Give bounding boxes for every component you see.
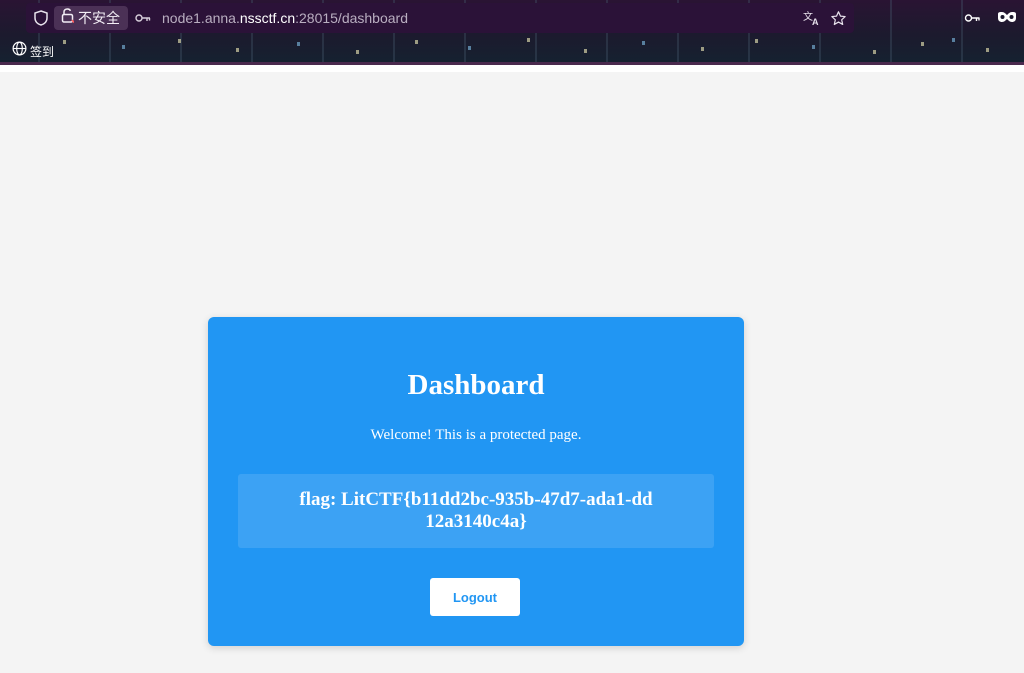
url-text[interactable]: node1.anna.nssctf.cn:28015/dashboard bbox=[162, 10, 408, 26]
bookmark-label: 签到 bbox=[30, 44, 55, 59]
broken-lock-icon bbox=[61, 8, 75, 28]
url-suffix: :28015/dashboard bbox=[295, 10, 408, 26]
translate-icon[interactable]: 文A bbox=[802, 9, 822, 27]
key-icon[interactable] bbox=[964, 10, 984, 26]
page-top-edge bbox=[0, 65, 1024, 72]
address-bar[interactable]: 不安全 node1.anna.nssctf.cn:28015/dashboard… bbox=[26, 3, 854, 33]
bookmark-star-icon[interactable] bbox=[828, 9, 848, 27]
url-domain: nssctf.cn bbox=[239, 10, 296, 26]
logout-button[interactable]: Logout bbox=[430, 578, 520, 616]
security-indicator[interactable]: 不安全 bbox=[54, 6, 128, 30]
flag-box: flag: LitCTF{b11dd2bc-935b-47d7-ada1-dd1… bbox=[238, 474, 714, 548]
page-title: Dashboard bbox=[407, 369, 545, 401]
bookmark-item[interactable]: 签到 bbox=[12, 41, 54, 61]
browser-toolbar: 不安全 node1.anna.nssctf.cn:28015/dashboard… bbox=[0, 0, 1024, 64]
shield-icon[interactable] bbox=[32, 9, 50, 27]
security-label: 不安全 bbox=[78, 11, 120, 27]
url-prefix: node1.anna. bbox=[162, 10, 240, 26]
private-mask-icon[interactable] bbox=[997, 10, 1019, 24]
dashboard-card: Dashboard Welcome! This is a protected p… bbox=[208, 317, 744, 646]
flag-text: flag: LitCTF{b11dd2bc-935b-47d7-ada1-dd1… bbox=[299, 489, 653, 532]
background-decoration bbox=[0, 36, 1024, 64]
key-icon[interactable] bbox=[134, 10, 152, 26]
globe-icon bbox=[12, 41, 27, 61]
welcome-message: Welcome! This is a protected page. bbox=[370, 427, 582, 443]
svg-text:A: A bbox=[812, 17, 819, 26]
